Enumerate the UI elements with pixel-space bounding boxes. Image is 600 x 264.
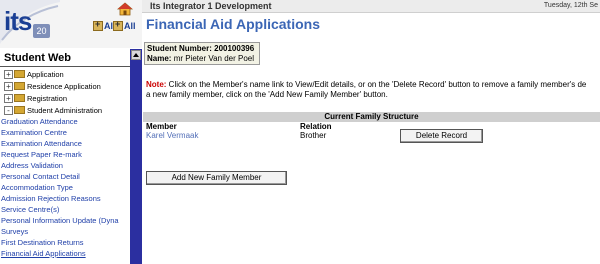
logo: its <box>4 6 32 36</box>
add-family-member-button[interactable]: Add New Family Member <box>146 171 287 185</box>
environment-title: Its Integrator 1 Development <box>150 1 272 11</box>
expand-icon[interactable]: + <box>4 81 13 91</box>
tree-item-residence-application[interactable]: + Residence Application <box>4 80 101 92</box>
page-title: Financial Aid Applications <box>146 16 320 32</box>
student-name: mr Pieter Van der Poel <box>173 54 255 63</box>
family-structure-header: Current Family Structure <box>143 112 600 122</box>
app-window: its 20 All All Student Web + <box>0 0 600 264</box>
sidebar-scrollbar[interactable] <box>130 49 142 264</box>
scroll-up-arrow-icon[interactable] <box>131 50 141 60</box>
folder-open-icon <box>14 106 25 114</box>
note-text-2: a new family member, click on the 'Add N… <box>146 90 388 99</box>
collapse-icon[interactable]: - <box>4 105 13 115</box>
tree-item-registration[interactable]: + Registration <box>4 92 67 104</box>
member-relation: Brother <box>300 131 327 140</box>
expand-icon[interactable]: + <box>4 93 13 103</box>
folder-icon <box>14 70 25 78</box>
left-frame: its 20 All All Student Web + <box>0 0 142 264</box>
collapse-all-button[interactable]: All <box>113 19 136 32</box>
folder-icon <box>14 82 25 90</box>
home-icon[interactable] <box>116 2 134 16</box>
instructions-note: Note: Click on the Member's name link to… <box>146 80 600 100</box>
collapse-all-icon <box>113 19 123 31</box>
column-header-relation: Relation <box>300 122 332 131</box>
logo-version-badge: 20 <box>33 24 50 38</box>
tree-item-student-administration[interactable]: - Student Administration <box>4 104 102 116</box>
name-label: Name: <box>147 54 172 63</box>
student-number-label: Student Number: <box>147 44 212 53</box>
member-link[interactable]: Karel Vermaak <box>146 131 198 140</box>
expand-icon[interactable]: + <box>4 69 13 79</box>
expand-all-icon <box>93 19 103 31</box>
note-text: Click on the Member's name link to View/… <box>166 80 587 89</box>
folder-icon <box>14 94 25 102</box>
sidebar-divider <box>0 66 130 67</box>
student-info-box: Student Number: 200100396 Name: mr Piete… <box>144 42 260 65</box>
delete-record-button[interactable]: Delete Record <box>400 129 483 143</box>
logo-area: its 20 All All <box>0 0 142 48</box>
top-bar: Its Integrator 1 Development Tuesday, 12… <box>142 0 600 13</box>
current-date: Tuesday, 12th Se <box>543 2 598 9</box>
sidebar-header: Student Web <box>4 52 72 64</box>
student-number: 200100396 <box>214 44 255 53</box>
column-header-member: Member <box>146 122 177 131</box>
tree-item-application[interactable]: + Application <box>4 68 64 80</box>
sidebar-item-financial-aid-applications[interactable]: Financial Aid Applications <box>1 249 86 261</box>
note-label: Note: <box>146 80 167 89</box>
